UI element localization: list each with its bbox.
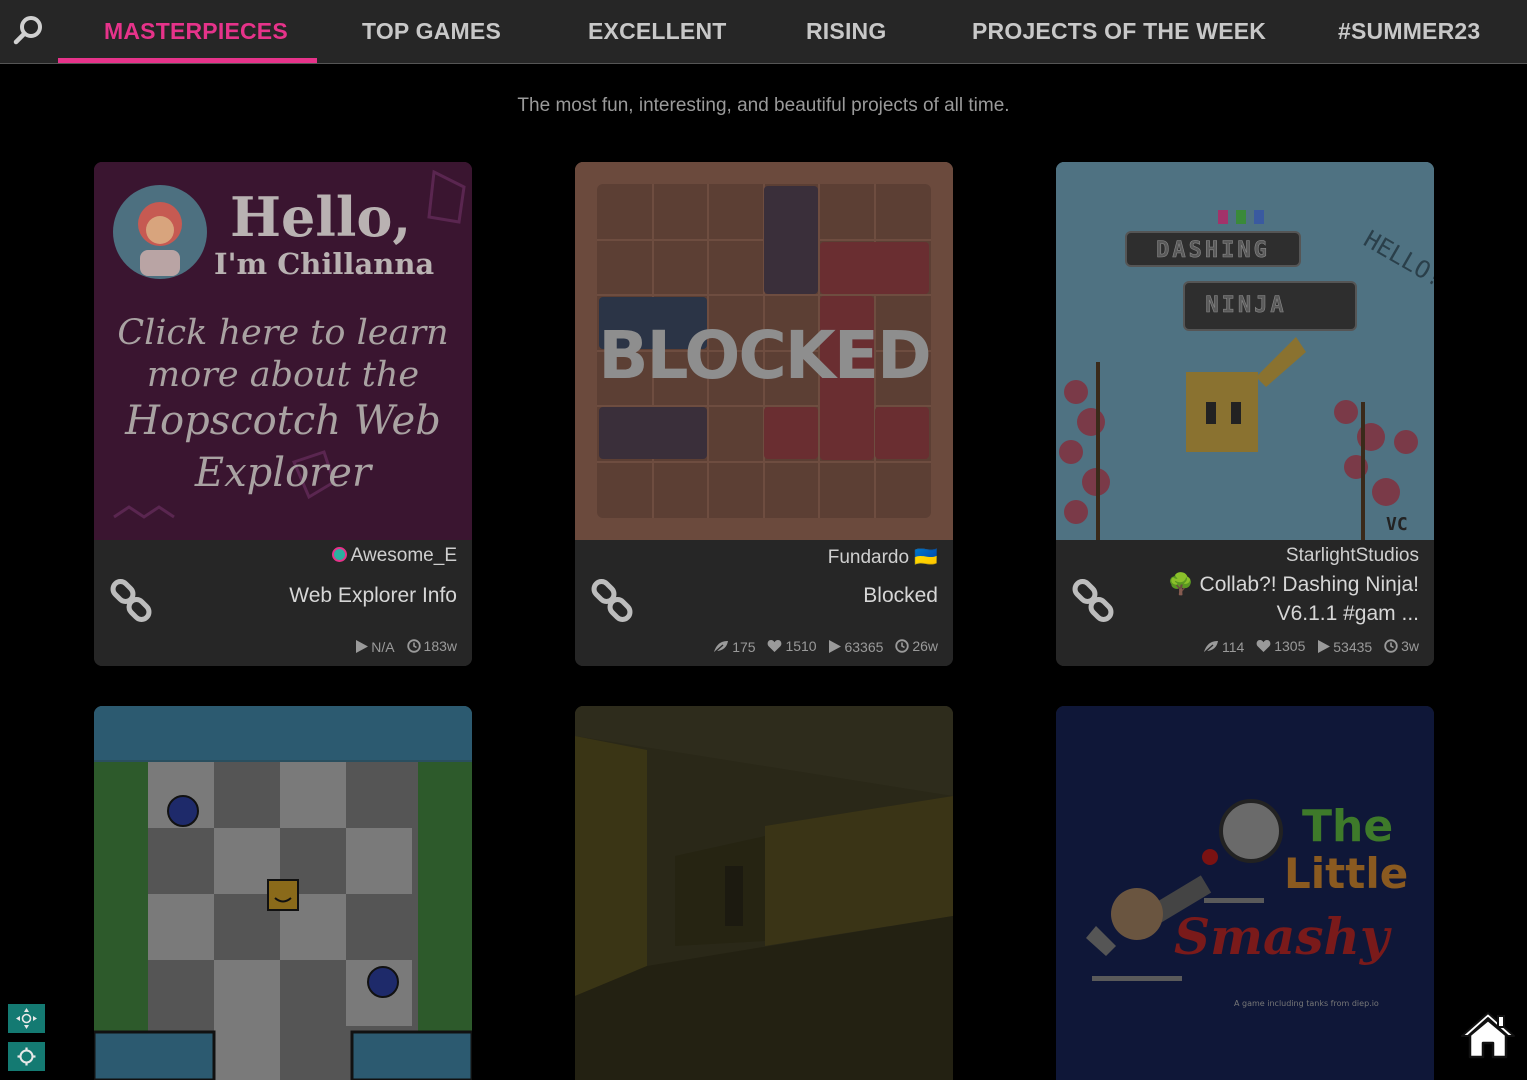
plays-count: 53435 bbox=[1333, 638, 1373, 655]
maze-game-thumbnail-art bbox=[94, 706, 472, 1080]
age: 26w bbox=[912, 638, 938, 654]
project-card[interactable] bbox=[575, 706, 953, 1080]
thumb-text-name: I'm Chillanna bbox=[214, 247, 434, 281]
top-nav-bar: MASTERPIECES TOP GAMES EXCELLENT RISING … bbox=[0, 0, 1527, 64]
link-icon[interactable] bbox=[589, 578, 637, 626]
project-card[interactable]: Hello, I'm Chillanna Click here to learn… bbox=[94, 162, 472, 666]
remix-icon bbox=[1204, 641, 1218, 653]
project-stats: 114 1305 53435 3w bbox=[1195, 638, 1419, 656]
project-card[interactable] bbox=[94, 706, 472, 1080]
blocked-thumbnail-art: BLOCKED bbox=[575, 162, 953, 540]
remix-count: 114 bbox=[1222, 638, 1245, 655]
tab-summer23[interactable]: #SUMMER23 bbox=[1338, 0, 1480, 63]
project-author[interactable]: Awesome_E bbox=[331, 545, 457, 567]
project-author[interactable]: Fundardo 🇺🇦 bbox=[828, 545, 938, 569]
project-meta: StarlightStudios 🌳 Collab?! Dashing Ninj… bbox=[1056, 540, 1434, 666]
project-card[interactable]: DASHING NINJA HELLO!1! VC StarlightStudi… bbox=[1056, 162, 1434, 666]
active-tab-indicator bbox=[58, 58, 317, 63]
thumb-text-line: Explorer bbox=[194, 450, 374, 496]
author-name: Awesome_E bbox=[350, 545, 457, 566]
remix-count: 175 bbox=[732, 638, 756, 655]
settings-button[interactable] bbox=[8, 1042, 45, 1071]
clock-icon bbox=[1384, 639, 1398, 653]
page-subtitle: The most fun, interesting, and beautiful… bbox=[517, 95, 1010, 116]
project-thumbnail[interactable] bbox=[94, 706, 472, 1080]
play-icon bbox=[829, 640, 842, 653]
thumb-text-dashing: DASHING bbox=[1156, 238, 1270, 263]
remix-icon bbox=[714, 641, 729, 653]
little-smashy-thumbnail-art: The Little Smashy A game including tanks… bbox=[1056, 706, 1434, 1080]
likes-count: 1510 bbox=[785, 638, 817, 654]
tab-rising[interactable]: RISING bbox=[806, 0, 886, 63]
backrooms-thumbnail-art bbox=[575, 706, 953, 1080]
project-author[interactable]: StarlightStudios bbox=[1286, 545, 1419, 567]
project-thumbnail[interactable]: DASHING NINJA HELLO!1! VC bbox=[1056, 162, 1434, 540]
move-button[interactable] bbox=[8, 1004, 45, 1033]
thumb-text-line: more about the bbox=[147, 355, 419, 395]
heart-icon bbox=[1256, 640, 1271, 652]
project-meta: Fundardo 🇺🇦 Blocked 175 1510 63365 26w bbox=[575, 540, 953, 666]
project-thumbnail[interactable]: BLOCKED bbox=[575, 162, 953, 540]
thumb-text-blocked: BLOCKED bbox=[598, 317, 930, 394]
link-icon[interactable] bbox=[108, 578, 156, 626]
project-title[interactable]: Web Explorer Info bbox=[289, 584, 457, 608]
plays-count: 63365 bbox=[844, 638, 884, 655]
tab-excellent[interactable]: EXCELLENT bbox=[588, 0, 727, 63]
search-icon[interactable] bbox=[12, 13, 46, 47]
project-stats: 175 1510 63365 26w bbox=[705, 638, 938, 656]
project-title[interactable]: Blocked bbox=[863, 584, 938, 608]
project-meta: Awesome_E Web Explorer Info N/A 183w bbox=[94, 540, 472, 666]
thumb-text-caption: A game including tanks from diep.io bbox=[1234, 999, 1379, 1008]
project-thumbnail[interactable]: The Little Smashy A game including tanks… bbox=[1056, 706, 1434, 1080]
thumb-text-line: Hopscotch Web bbox=[124, 398, 441, 444]
thumb-text-line: Click here to learn bbox=[117, 313, 448, 353]
thumb-text-hello: Hello, bbox=[230, 185, 411, 249]
move-icon bbox=[16, 1008, 37, 1029]
link-icon[interactable] bbox=[1070, 578, 1118, 626]
tab-top-games[interactable]: TOP GAMES bbox=[362, 0, 501, 63]
chillanna-thumbnail-art: Hello, I'm Chillanna Click here to learn… bbox=[94, 162, 472, 540]
project-thumbnail[interactable]: Hello, I'm Chillanna Click here to learn… bbox=[94, 162, 472, 540]
home-icon[interactable] bbox=[1460, 1010, 1516, 1060]
age: 3w bbox=[1401, 638, 1419, 654]
project-stats: N/A 183w bbox=[347, 638, 457, 656]
play-icon bbox=[356, 640, 369, 653]
project-title-line: V6.1.1 #gam ... bbox=[1276, 602, 1419, 625]
tab-masterpieces[interactable]: MASTERPIECES bbox=[104, 0, 288, 63]
thumb-text-vc: VC bbox=[1386, 514, 1408, 535]
age: 183w bbox=[423, 638, 457, 654]
clock-icon bbox=[406, 639, 421, 653]
heart-icon bbox=[768, 640, 782, 652]
project-thumbnail[interactable] bbox=[575, 706, 953, 1080]
project-title[interactable]: 🌳 Collab?! Dashing Ninja! V6.1.1 #gam ..… bbox=[1168, 570, 1419, 628]
play-icon bbox=[1318, 640, 1331, 653]
clock-icon bbox=[895, 639, 910, 653]
project-card[interactable]: The Little Smashy A game including tanks… bbox=[1056, 706, 1434, 1080]
dashing-ninja-thumbnail-art: DASHING NINJA HELLO!1! VC bbox=[1056, 162, 1434, 540]
avatar-icon bbox=[331, 547, 347, 562]
plays-count: N/A bbox=[371, 638, 395, 655]
thumb-text-the: The bbox=[1302, 801, 1393, 852]
settings-icon bbox=[17, 1047, 36, 1066]
thumb-text-little: Little bbox=[1284, 849, 1408, 898]
thumb-text-smashy: Smashy bbox=[1174, 907, 1392, 966]
thumb-text-ninja: NINJA bbox=[1205, 293, 1286, 318]
likes-count: 1305 bbox=[1274, 638, 1306, 654]
project-card[interactable]: BLOCKED Fundardo 🇺🇦 Blocked 175 1510 633… bbox=[575, 162, 953, 666]
tab-projects-of-the-week[interactable]: PROJECTS OF THE WEEK bbox=[972, 0, 1266, 63]
project-title-line: 🌳 Collab?! Dashing Ninja! bbox=[1167, 573, 1419, 596]
